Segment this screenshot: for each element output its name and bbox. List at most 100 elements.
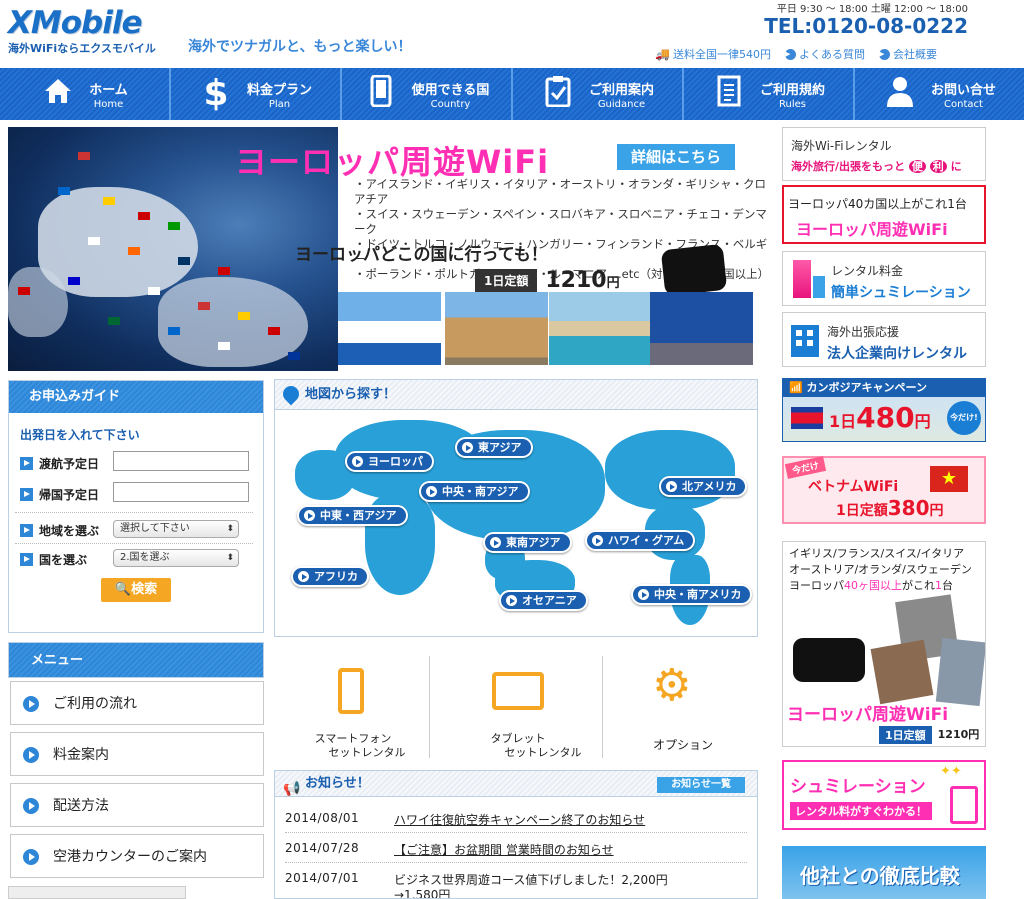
- tablet-icon: [492, 672, 544, 710]
- menu-item-airport[interactable]: 空港カウンターのご案内: [10, 834, 264, 878]
- company-link-label: 会社概要: [892, 48, 937, 61]
- nav-country-sub: Country: [430, 98, 471, 110]
- device-label: オプション: [652, 738, 713, 752]
- nav-guidance-sub: Guidance: [597, 98, 646, 110]
- europe-ad-line: イギリス/フランス/スイス/イタリア: [789, 547, 965, 560]
- region-southeast-asia-button[interactable]: 東南アジア: [483, 532, 572, 553]
- rental-banner-emph: 利: [929, 160, 947, 173]
- device-label: セットレンタル: [504, 746, 582, 759]
- region-north-america-button[interactable]: 北アメリカ: [659, 476, 748, 497]
- region-east-asia-button[interactable]: 東アジア: [455, 437, 533, 458]
- hero-detail-button[interactable]: 詳細はこちら: [617, 144, 735, 170]
- menu-item-price[interactable]: 料金案内: [10, 732, 264, 776]
- menu-item-label: 配送方法: [53, 798, 109, 814]
- corporate-banner[interactable]: 海外出張応援 法人企業向けレンタル: [782, 312, 986, 367]
- price-bar-icon: [813, 276, 825, 298]
- colosseum-photo: [445, 292, 548, 365]
- smartphone-rental-link[interactable]: スマートフォン セットレンタル: [288, 732, 418, 760]
- nav-country-label: 使用できる国: [411, 82, 490, 98]
- region-oceania-button[interactable]: オセアニア: [499, 590, 588, 611]
- menu-item-label: ご利用の流れ: [53, 696, 137, 712]
- news-section: 📢 お知らせ！ お知らせ一覧 2014/08/01 ハワイ往復航空券キャンペーン終了の…: [274, 770, 758, 899]
- price-value: 1210円: [545, 268, 619, 293]
- europe-wifi-ad[interactable]: イギリス/フランス/スイス/イタリア オーストリア/オランダ/スウェーデン ヨー…: [782, 541, 986, 747]
- tagline: 海外でツナガルと、もっと楽しい！: [188, 39, 412, 55]
- rental-banner-sub: 海外旅行/出張をもっと: [791, 160, 906, 173]
- price-unit: 円: [606, 276, 620, 291]
- europe-banner-title: ヨーロッパ周遊WiFi: [796, 220, 948, 239]
- news-link[interactable]: ハワイ往復航空券キャンペーン終了のお知らせ: [394, 811, 645, 828]
- nav-rules[interactable]: ご利用規約 Rules: [684, 68, 855, 120]
- router-image: [793, 638, 865, 682]
- nav-country[interactable]: 使用できる国 Country: [342, 68, 513, 120]
- region-africa-button[interactable]: アフリカ: [291, 566, 369, 587]
- vietnam-price-pre: 1日定額: [836, 503, 888, 519]
- region-central-south-asia-button[interactable]: 中央・南アジア: [419, 481, 530, 502]
- news-item[interactable]: 2014/08/01 ハワイ往復航空券キャンペーン終了のお知らせ: [285, 803, 747, 833]
- news-link-cont: →1,580円: [394, 888, 451, 899]
- wifi-icon: 📶: [789, 381, 803, 394]
- cambodia-campaign-banner[interactable]: 📶 カンボジアキャンペーン 1日480円 今だけ!: [782, 378, 986, 442]
- faq-link[interactable]: ▶ よくある質問: [784, 46, 865, 62]
- vietnam-banner[interactable]: 今だけ ベトナムWiFi ★ 1日定額380円: [782, 456, 986, 524]
- header-links: 🚚 送料全国一律540円 ▶ よくある質問 ▶ 会社概要: [655, 46, 937, 62]
- megaphone-icon: 📢: [283, 781, 301, 797]
- region-select[interactable]: 選択して下さい: [113, 520, 239, 538]
- simulation-link-banner[interactable]: シュミレーション ✦✦ レンタル料がすぐわかる！: [782, 760, 986, 830]
- menu-item-label: 料金案内: [53, 747, 109, 763]
- gear-icon: ⚙: [652, 660, 692, 711]
- news-all-button[interactable]: お知らせ一覧: [657, 777, 745, 793]
- region-hawaii-guam-button[interactable]: ハワイ・グアム: [585, 530, 696, 551]
- price-label: 1日定額: [475, 269, 538, 292]
- simulation-banner[interactable]: レンタル料金 簡単シュミレーション: [782, 251, 986, 306]
- business-hours: 平日 9:30 〜 18:00 土曜 12:00 〜 18:00: [776, 4, 968, 15]
- europe-ad-line3: ヨーロッパ: [789, 579, 844, 592]
- region-europe-button[interactable]: ヨーロッパ: [345, 451, 434, 472]
- europe-ad-line: オーストリア/オランダ/スウェーデン: [789, 563, 972, 576]
- europe-wifi-banner[interactable]: ヨーロッパ40カ国以上がこれ1台 ヨーロッパ周遊WiFi: [782, 185, 986, 244]
- building-icon: [791, 325, 819, 357]
- map-search: 地図から探す！ ヨーロッパ 東アジア 中央・南アジア 北アメリカ 中東・西アジア…: [274, 379, 758, 637]
- country-line: ・スイス・スウェーデン・スペイン・スロバキア・スロベニア・チェコ・デンマーク: [354, 207, 767, 236]
- hero-banner[interactable]: ヨーロッパ周遊WiFi 詳細はこちら ・アイスランド・イギリス・イタリア・オース…: [8, 127, 768, 371]
- news-title: お知らせ！: [305, 776, 370, 791]
- company-link[interactable]: ▶ 会社概要: [878, 46, 937, 62]
- corporate-banner-label: 海外出張応援: [827, 325, 900, 339]
- region-latin-america-button[interactable]: 中央・南アメリカ: [631, 584, 753, 605]
- news-link[interactable]: 【ご注意】お盆期間 営業時間のお知らせ: [394, 841, 614, 858]
- router-image: [660, 243, 728, 297]
- nav-contact[interactable]: お問い合せ Contact: [855, 68, 1024, 120]
- shipping-link-label: 送料全国一律540円: [672, 48, 771, 61]
- rental-banner[interactable]: 海外Wi-Fiレンタル 海外旅行/出張をもっと 便 利 に: [782, 127, 986, 181]
- tablet-rental-link[interactable]: タブレット セットレンタル: [448, 732, 588, 760]
- compare-banner[interactable]: 他社との徹底比較: [782, 846, 986, 899]
- country-select[interactable]: 2.国を選ぶ: [113, 549, 239, 567]
- nav-plan[interactable]: $ 料金プラン Plan: [171, 68, 342, 120]
- shipping-link[interactable]: 🚚 送料全国一律540円: [655, 46, 771, 62]
- truck-icon: 🚚: [655, 47, 670, 61]
- guide-title: お申込みガイド: [9, 381, 263, 413]
- compare-title: 他社との徹底比較: [800, 864, 960, 888]
- nav-guidance[interactable]: ご利用案内 Guidance: [513, 68, 684, 120]
- logo[interactable]: XMobile 海外WiFiならエクスモバイル: [8, 8, 178, 58]
- region-middle-east-button[interactable]: 中東・西アジア: [297, 505, 408, 526]
- santorini-photo: [338, 292, 441, 365]
- sparkle-icon: ✦✦: [940, 764, 962, 779]
- news-item[interactable]: 2014/07/01 ビジネス世界周遊コース値下げしました！2,200円 →1,58…: [285, 863, 747, 899]
- horizontal-scrollbar[interactable]: [8, 886, 186, 899]
- nav-home[interactable]: ホーム Home: [0, 68, 171, 120]
- option-link[interactable]: オプション: [628, 738, 738, 752]
- price-number: 1210: [545, 268, 607, 293]
- menu-item-delivery[interactable]: 配送方法: [10, 783, 264, 827]
- depart-date-input[interactable]: [113, 451, 249, 471]
- nav-plan-sub: Plan: [268, 98, 291, 110]
- dollar-icon: $: [203, 73, 229, 114]
- news-item[interactable]: 2014/07/28 【ご注意】お盆期間 営業時間のお知らせ: [285, 833, 747, 863]
- search-icon: 🔍: [114, 582, 132, 597]
- rental-banner-emph: 便: [908, 160, 926, 173]
- menu-item-flow[interactable]: ご利用の流れ: [10, 681, 264, 725]
- return-date-input[interactable]: [113, 482, 249, 502]
- vietnam-flag: ★: [930, 466, 968, 492]
- hero-subtitle: ヨーロッパどこの国に行っても！: [295, 245, 548, 265]
- search-button[interactable]: 🔍検索: [101, 578, 171, 602]
